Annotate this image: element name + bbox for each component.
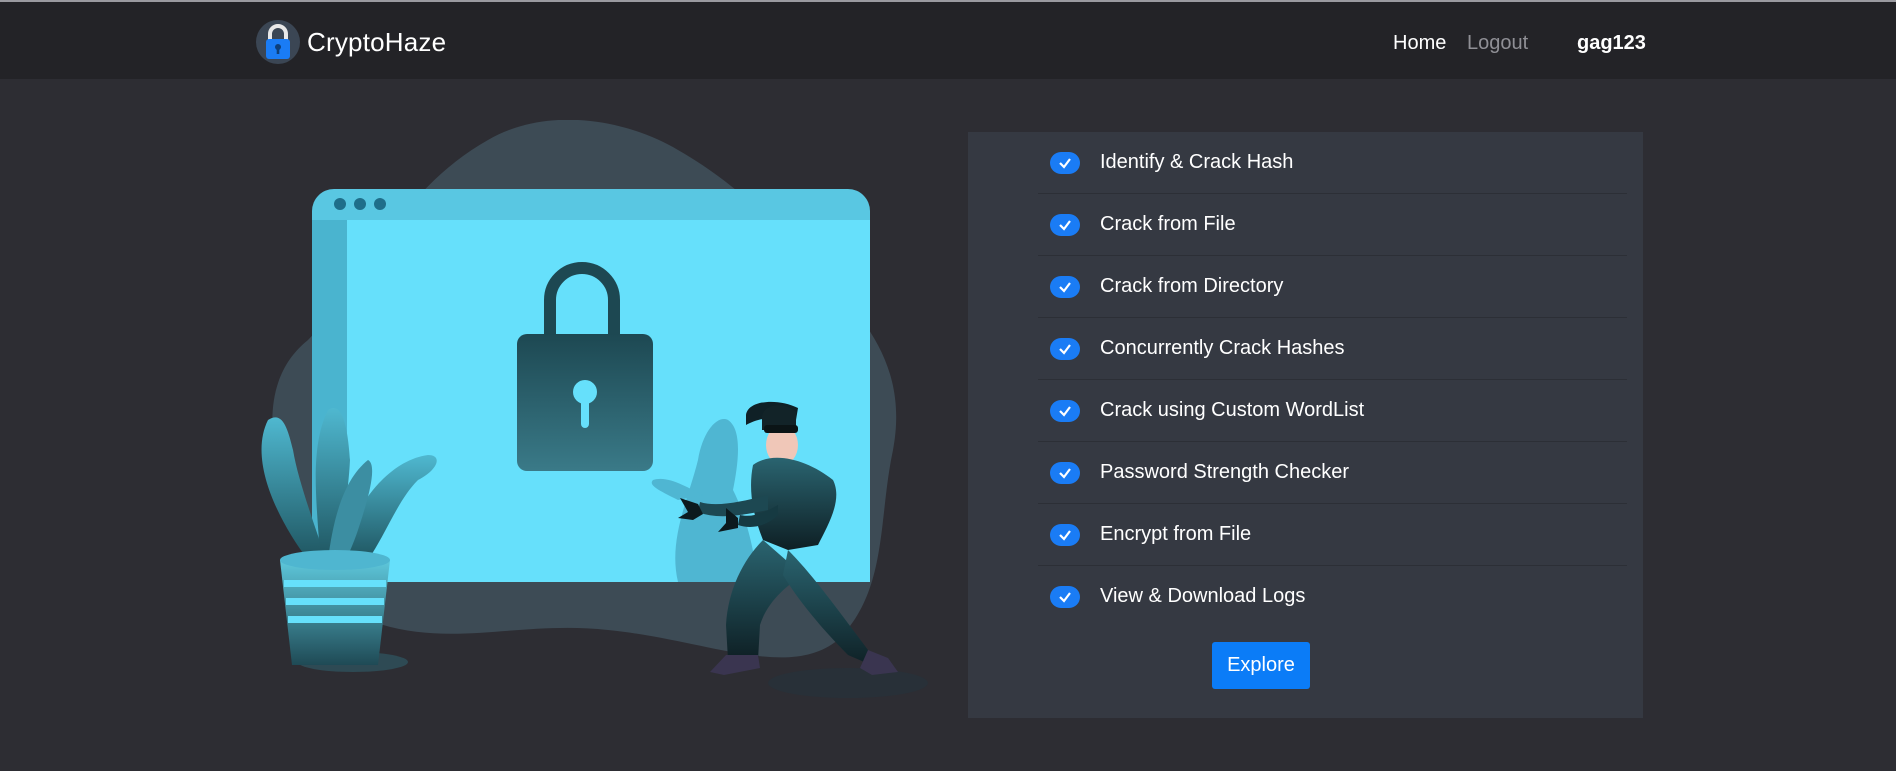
checkmark-icon[interactable] [1050, 151, 1080, 174]
checkmark-icon[interactable] [1050, 399, 1080, 422]
feature-item: View & Download Logs [1038, 566, 1627, 627]
feature-label: Concurrently Crack Hashes [1100, 337, 1345, 359]
feature-item: Password Strength Checker [1038, 442, 1627, 504]
features-panel: Identify & Crack Hash Crack from File Cr… [968, 132, 1643, 718]
brand-link[interactable]: CryptoHaze [256, 20, 446, 64]
checkmark-icon[interactable] [1050, 337, 1080, 360]
explore-button[interactable]: Explore [1212, 642, 1310, 689]
checkmark-icon[interactable] [1050, 585, 1080, 608]
checkmark-icon[interactable] [1050, 213, 1080, 236]
security-illustration [248, 119, 948, 720]
nav-home-link[interactable]: Home [1393, 32, 1446, 55]
feature-item: Concurrently Crack Hashes [1038, 318, 1627, 380]
feature-label: Password Strength Checker [1100, 461, 1350, 483]
username-label: gag123 [1577, 32, 1646, 54]
checkmark-icon[interactable] [1050, 523, 1080, 546]
feature-item: Encrypt from File [1038, 504, 1627, 566]
feature-list: Identify & Crack Hash Crack from File Cr… [1038, 132, 1627, 627]
nav-logout-link[interactable]: Logout [1467, 32, 1528, 55]
feature-item: Crack from Directory [1038, 256, 1627, 318]
brand-name: CryptoHaze [307, 26, 447, 57]
navbar: CryptoHaze Home Logout gag123 [0, 2, 1896, 79]
checkmark-icon[interactable] [1050, 461, 1080, 484]
feature-label: Crack from File [1100, 213, 1236, 235]
feature-item: Crack using Custom WordList [1038, 380, 1627, 442]
feature-label: Encrypt from File [1100, 523, 1252, 545]
feature-item: Crack from File [1038, 194, 1627, 256]
feature-label: Identify & Crack Hash [1100, 151, 1294, 173]
padlock-icon [256, 20, 300, 64]
feature-label: Crack from Directory [1100, 275, 1284, 297]
checkmark-icon[interactable] [1050, 275, 1080, 298]
feature-label: View & Download Logs [1100, 585, 1306, 607]
feature-label: Crack using Custom WordList [1100, 399, 1365, 421]
feature-item: Identify & Crack Hash [1038, 132, 1627, 194]
